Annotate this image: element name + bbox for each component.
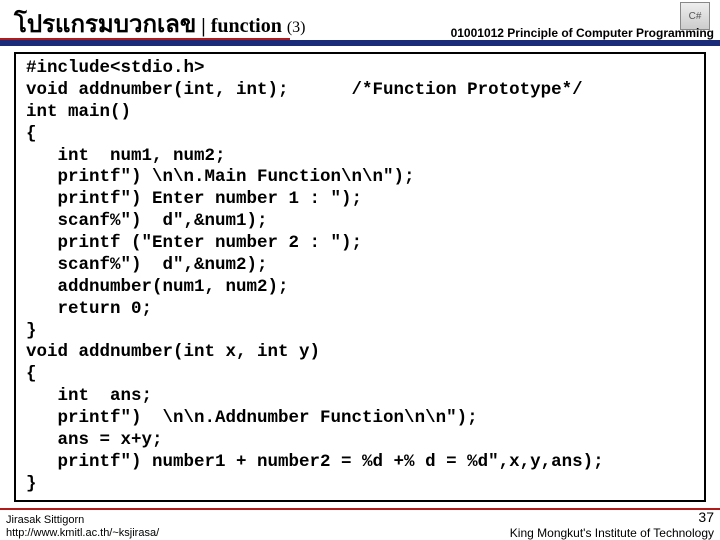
- code-content: #include<stdio.h> void addnumber(int, in…: [26, 58, 694, 496]
- footer-institute-block: 37 King Mongkut's Institute of Technolog…: [510, 509, 714, 540]
- divider-blue: [0, 40, 720, 46]
- code-container: #include<stdio.h> void addnumber(int, in…: [14, 52, 706, 502]
- footer-author-block: Jirasak Sittigorn http://www.kmitl.ac.th…: [6, 514, 159, 540]
- author-name: Jirasak Sittigorn: [6, 514, 159, 527]
- institute-name: King Mongkut's Institute of Technology: [510, 526, 714, 540]
- title-separator: |: [196, 15, 210, 37]
- title-thai: โปรแกรมบวกเลข: [14, 11, 196, 38]
- slide-number: 37: [510, 509, 714, 526]
- slide-footer: Jirasak Sittigorn http://www.kmitl.ac.th…: [0, 512, 720, 540]
- author-url: http://www.kmitl.ac.th/~ksjirasa/: [6, 527, 159, 540]
- title-number: (3): [287, 19, 306, 36]
- title-function: function: [211, 15, 287, 37]
- course-label: 01001012 Principle of Computer Programmi…: [451, 26, 714, 40]
